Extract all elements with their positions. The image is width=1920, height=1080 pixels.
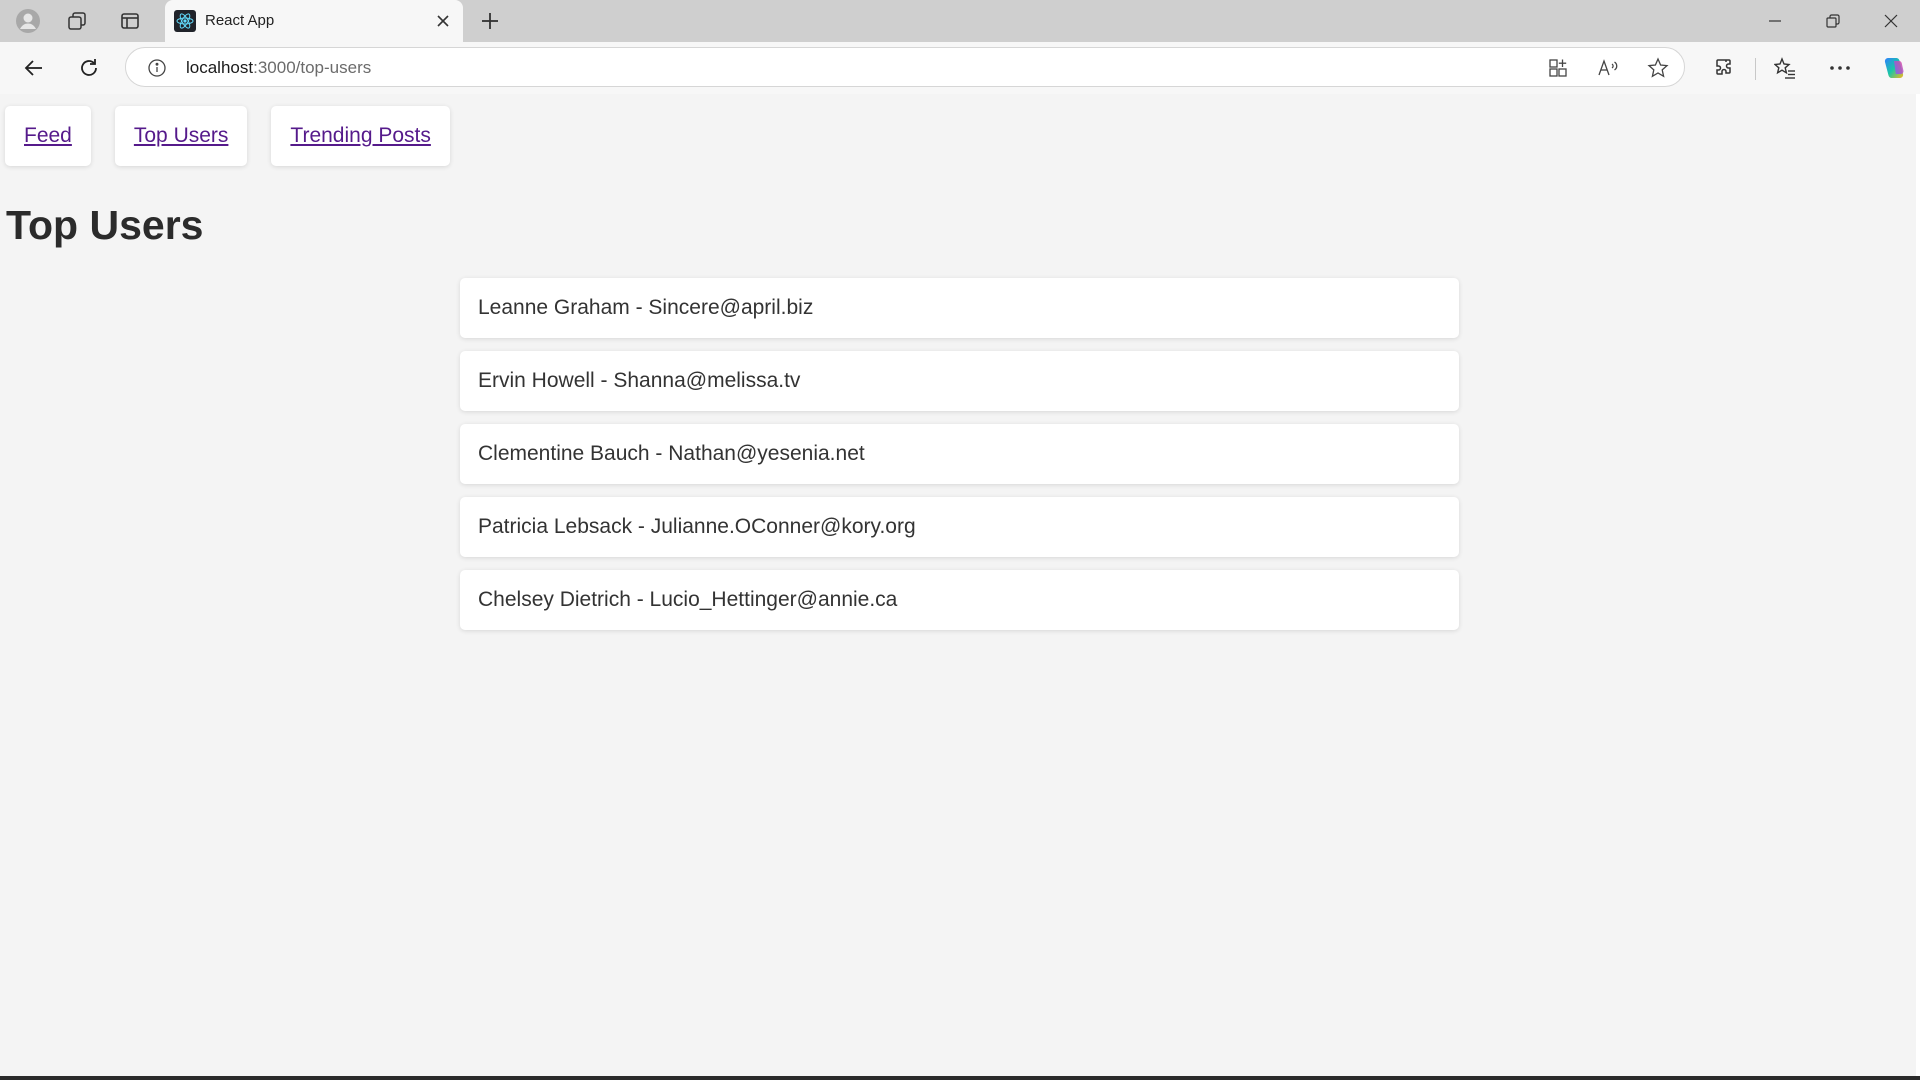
info-icon[interactable] xyxy=(146,57,168,79)
copilot-icon[interactable] xyxy=(1873,50,1913,86)
nav-link-top-users[interactable]: Top Users xyxy=(114,106,248,166)
user-list-item: Chelsey Dietrich - Lucio_Hettinger@annie… xyxy=(460,570,1459,630)
vertical-tabs-icon[interactable] xyxy=(110,4,150,38)
react-favicon-icon xyxy=(174,10,196,32)
star-icon[interactable] xyxy=(1644,54,1672,82)
puzzle-icon[interactable] xyxy=(1705,50,1745,86)
close-icon[interactable] xyxy=(429,7,457,35)
workspaces-icon[interactable] xyxy=(57,4,97,38)
back-arrow-icon[interactable] xyxy=(14,50,54,86)
tab-title: React App xyxy=(205,12,275,29)
user-list-item: Ervin Howell - Shanna@melissa.tv xyxy=(460,351,1459,411)
more-dots-icon[interactable] xyxy=(1820,50,1860,86)
user-list-item: Clementine Bauch - Nathan@yesenia.net xyxy=(460,424,1459,484)
browser-tab-bar: React App xyxy=(0,0,1920,42)
user-list-item: Patricia Lebsack - Julianne.OConner@kory… xyxy=(460,497,1459,557)
favorites-list-icon[interactable] xyxy=(1765,50,1805,86)
plus-icon[interactable] xyxy=(472,4,508,38)
nav-link-feed[interactable]: Feed xyxy=(5,106,91,166)
nav-link-trending-posts[interactable]: Trending Posts xyxy=(271,106,450,166)
user-list-item: Leanne Graham - Sincere@april.biz xyxy=(460,278,1459,338)
main-nav: Feed Top Users Trending Posts xyxy=(5,106,450,166)
top-users-list: Leanne Graham - Sincere@april.biz Ervin … xyxy=(460,278,1459,643)
address-bar[interactable]: localhost:3000/top-users xyxy=(125,47,1685,87)
page-viewport: Feed Top Users Trending Posts Top Users … xyxy=(0,94,1920,1078)
close-window-icon[interactable] xyxy=(1863,0,1919,42)
restore-icon[interactable] xyxy=(1805,0,1861,42)
app-grid-icon[interactable] xyxy=(1544,54,1572,82)
window-bottom-edge xyxy=(0,1076,1920,1080)
toolbar-divider xyxy=(1755,58,1756,80)
url-host: localhost xyxy=(186,58,254,77)
url-text[interactable]: localhost:3000/top-users xyxy=(186,58,371,78)
page-title: Top Users xyxy=(6,202,204,248)
refresh-icon[interactable] xyxy=(69,50,109,86)
profile-icon[interactable] xyxy=(8,4,48,38)
browser-tab[interactable]: React App xyxy=(165,0,463,42)
minimize-icon[interactable] xyxy=(1747,0,1803,42)
url-path: :3000/top-users xyxy=(253,58,372,77)
browser-toolbar: localhost:3000/top-users xyxy=(0,42,1920,94)
read-aloud-icon[interactable] xyxy=(1594,54,1622,82)
